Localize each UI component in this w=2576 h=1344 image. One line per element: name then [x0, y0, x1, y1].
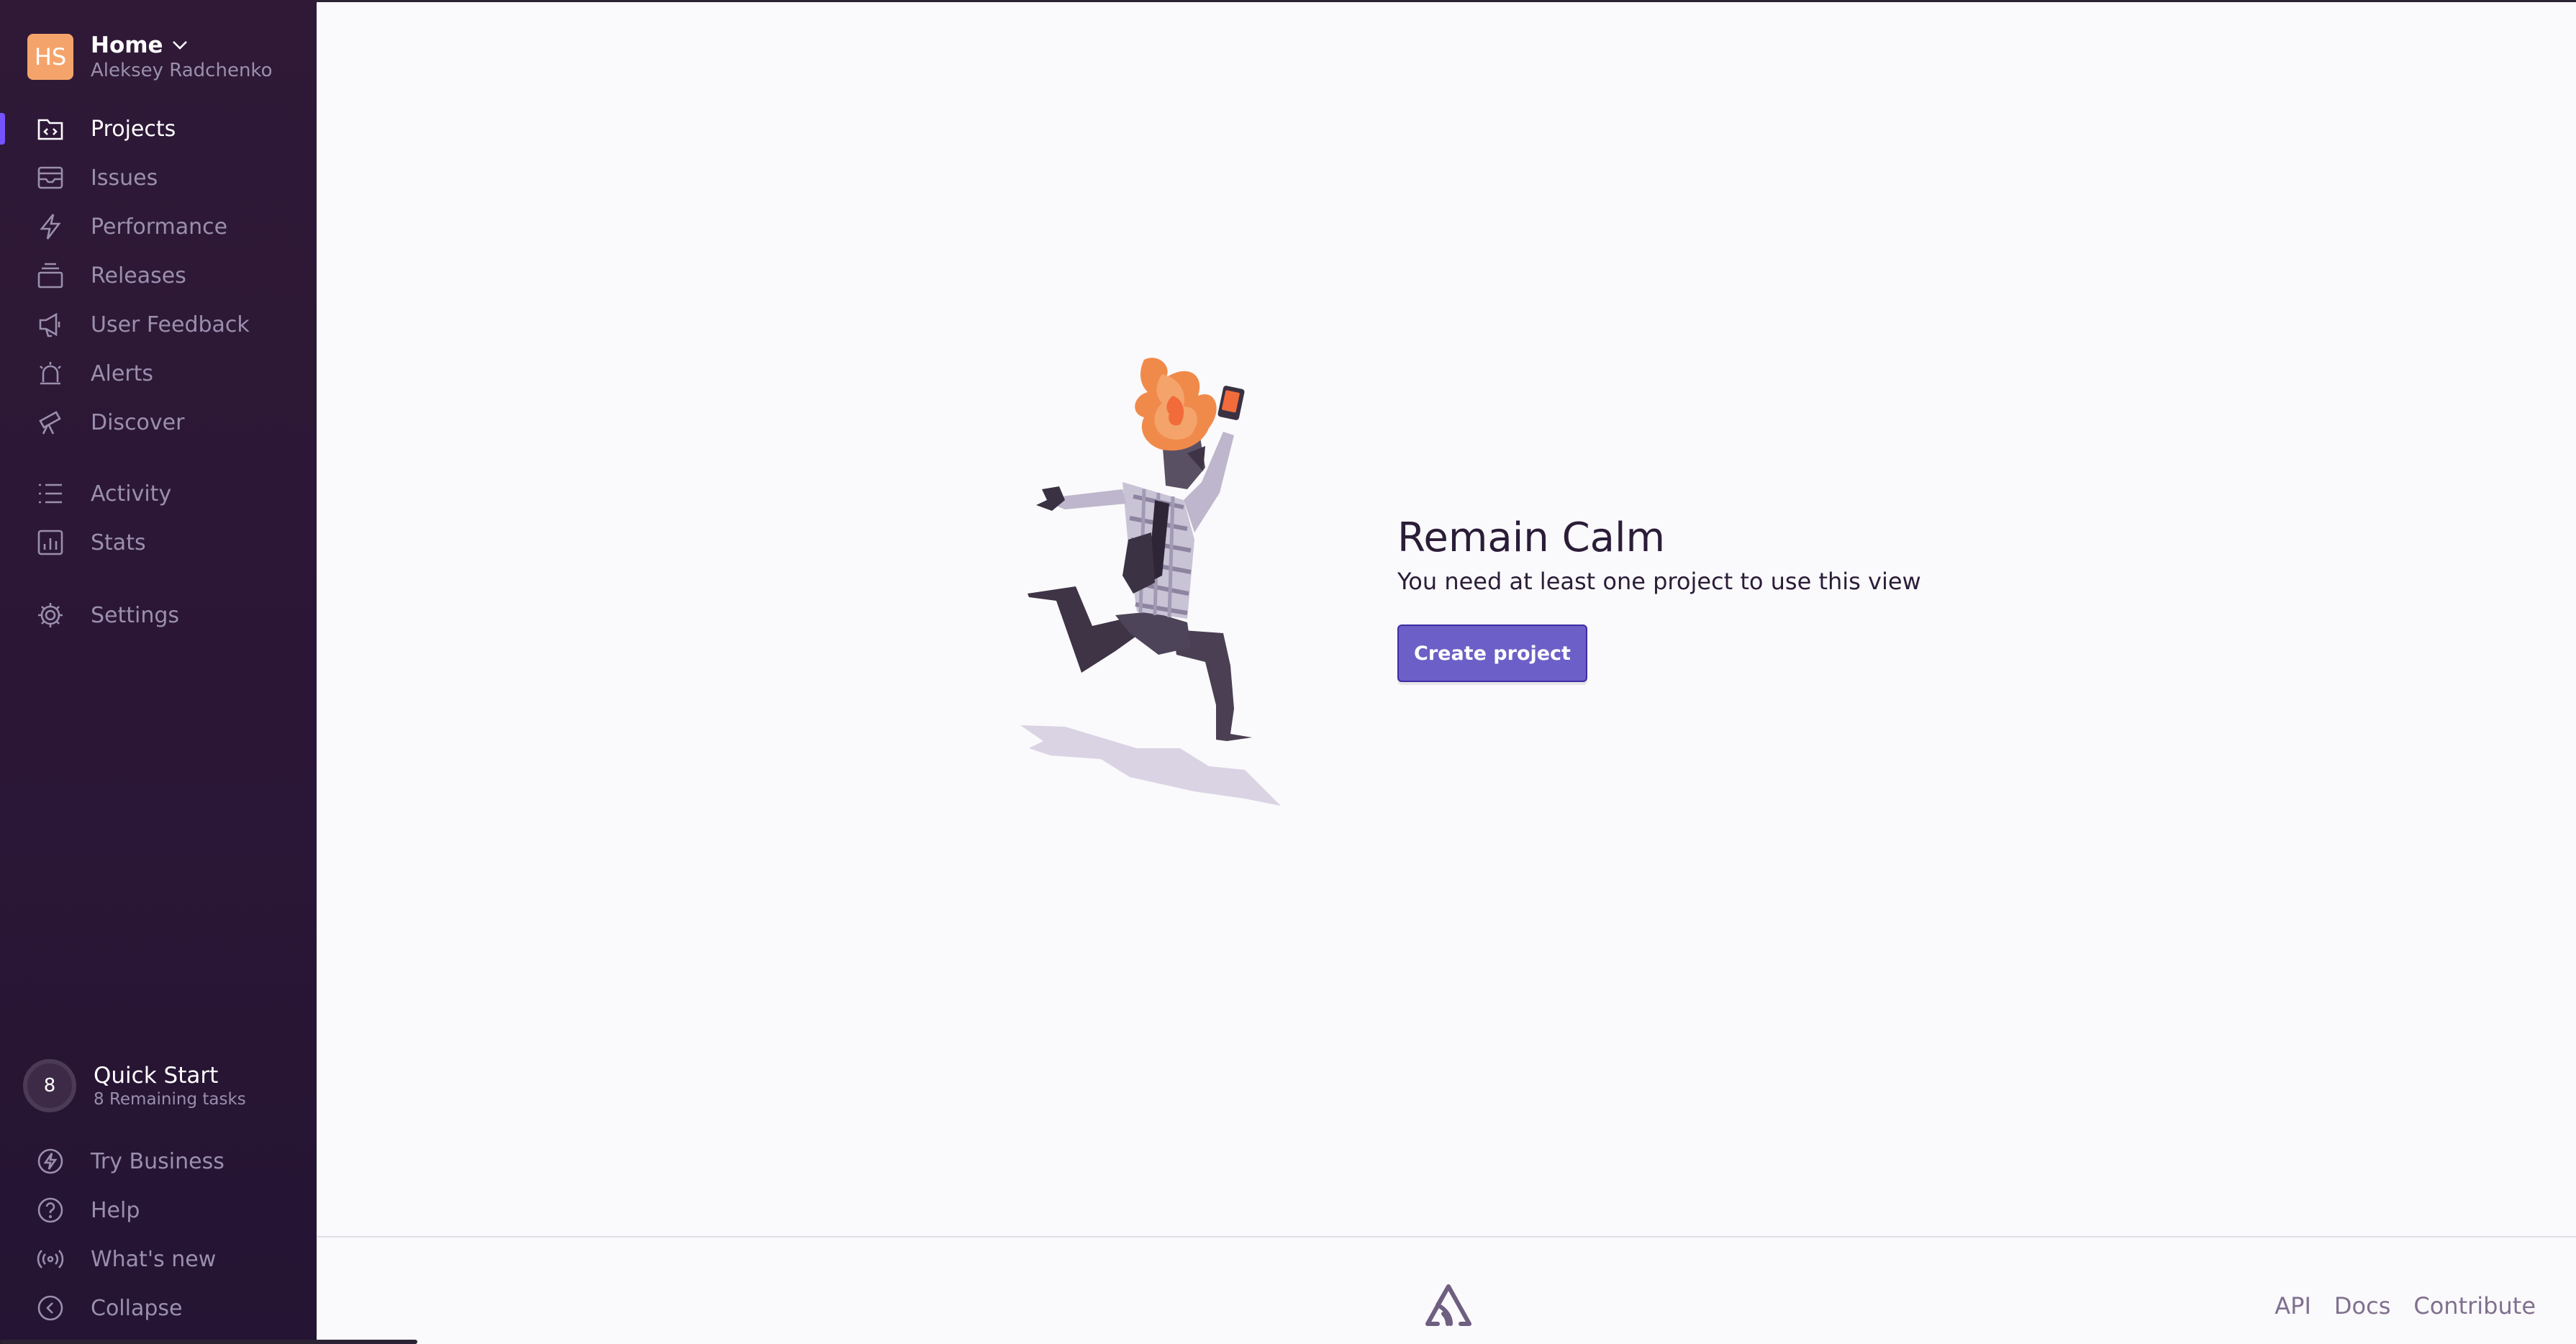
org-user-name: Aleksey Radchenko	[91, 60, 273, 81]
quick-start-progress-ring: 8	[23, 1059, 76, 1112]
sidebar-item-activity[interactable]: Activity	[0, 469, 317, 518]
lightning-circle-icon	[35, 1145, 66, 1177]
collapse-icon	[35, 1292, 66, 1324]
org-name: Home	[91, 32, 163, 58]
sidebar-item-label: Releases	[91, 263, 186, 289]
sidebar-item-try-business[interactable]: Try Business	[0, 1137, 317, 1186]
issues-icon	[35, 162, 66, 194]
bottom-edge-bar	[0, 1340, 417, 1344]
sidebar-item-issues[interactable]: Issues	[0, 153, 317, 202]
footer-links: API Docs Contribute	[2275, 1292, 2536, 1320]
sidebar-item-label: User Feedback	[91, 312, 250, 337]
sidebar-item-label: Collapse	[91, 1295, 183, 1321]
lightning-icon	[35, 211, 66, 242]
sidebar-item-label: Alerts	[91, 360, 154, 386]
projects-icon	[35, 113, 66, 145]
settings-nav: Settings	[0, 591, 317, 640]
gear-icon	[35, 599, 66, 631]
sidebar-item-label: Help	[91, 1197, 140, 1223]
sidebar-item-performance[interactable]: Performance	[0, 202, 317, 251]
sidebar-item-whats-new[interactable]: What's new	[0, 1235, 317, 1284]
running-man-illustration	[1020, 358, 1281, 806]
sidebar-item-label: What's new	[91, 1246, 217, 1272]
sidebar-item-discover[interactable]: Discover	[0, 398, 317, 447]
list-icon	[35, 478, 66, 509]
chevron-down-icon	[172, 41, 187, 50]
footer: API Docs Contribute	[317, 1236, 2576, 1344]
secondary-nav: Activity Stats	[0, 469, 317, 567]
sidebar: HS Home Aleksey Radchenko Projects Issue…	[0, 0, 317, 1344]
empty-state: Remain Calm You need at least one projec…	[1397, 512, 1921, 682]
sidebar-item-help[interactable]: Help	[0, 1186, 317, 1235]
quick-start[interactable]: 8 Quick Start 8 Remaining tasks	[23, 1059, 246, 1112]
sidebar-item-label: Discover	[91, 409, 185, 435]
sidebar-item-label: Stats	[91, 530, 146, 555]
megaphone-icon	[35, 309, 66, 340]
footer-link-contribute[interactable]: Contribute	[2413, 1292, 2536, 1320]
sidebar-item-label: Try Business	[91, 1148, 225, 1174]
broadcast-icon	[35, 1243, 66, 1275]
sidebar-item-projects[interactable]: Projects	[0, 104, 317, 153]
sidebar-item-stats[interactable]: Stats	[0, 518, 317, 567]
sidebar-item-label: Activity	[91, 481, 172, 507]
sidebar-item-releases[interactable]: Releases	[0, 251, 317, 300]
footer-link-api[interactable]: API	[2275, 1292, 2311, 1320]
sidebar-item-alerts[interactable]: Alerts	[0, 349, 317, 398]
quick-start-subtitle: 8 Remaining tasks	[94, 1090, 246, 1109]
org-switcher[interactable]: HS Home Aleksey Radchenko	[27, 32, 272, 82]
create-project-button[interactable]: Create project	[1397, 625, 1587, 682]
bottom-nav: Try Business Help What's new Collapse	[0, 1137, 317, 1332]
sidebar-item-label: Performance	[91, 214, 228, 240]
org-avatar: HS	[27, 34, 73, 80]
help-icon	[35, 1194, 66, 1226]
stats-icon	[35, 527, 66, 558]
sidebar-item-user-feedback[interactable]: User Feedback	[0, 300, 317, 349]
releases-icon	[35, 260, 66, 291]
quick-start-title: Quick Start	[94, 1063, 219, 1089]
sidebar-item-collapse[interactable]: Collapse	[0, 1284, 317, 1332]
sidebar-item-settings[interactable]: Settings	[0, 591, 317, 640]
telescope-icon	[35, 407, 66, 438]
sidebar-item-label: Issues	[91, 165, 158, 191]
siren-icon	[35, 358, 66, 389]
empty-state-subtitle: You need at least one project to use thi…	[1397, 568, 1921, 595]
footer-link-docs[interactable]: Docs	[2334, 1292, 2390, 1320]
primary-nav: Projects Issues Performance Releases Use…	[0, 104, 317, 447]
sidebar-item-label: Projects	[91, 116, 176, 142]
empty-state-title: Remain Calm	[1397, 514, 1666, 561]
sentry-logo-icon	[1425, 1284, 1471, 1326]
sidebar-item-label: Settings	[91, 602, 180, 628]
